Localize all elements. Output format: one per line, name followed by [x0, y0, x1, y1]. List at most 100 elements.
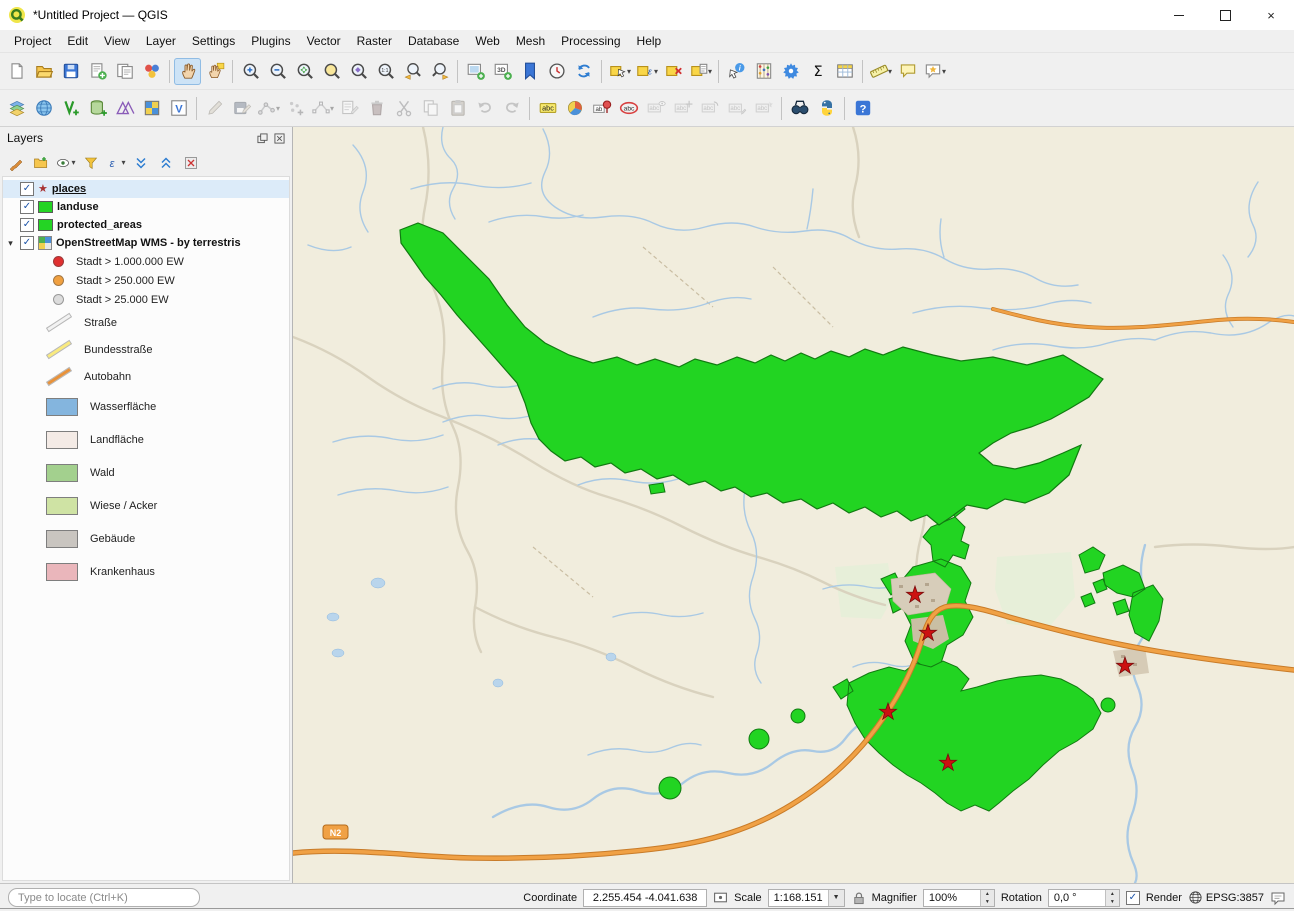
- menu-item[interactable]: Help: [629, 32, 670, 50]
- metasearch-icon[interactable]: [786, 95, 813, 122]
- help-contents-icon[interactable]: ?: [849, 95, 876, 122]
- field-calculator-icon[interactable]: [750, 58, 777, 85]
- pin-labels-icon[interactable]: ab: [588, 95, 615, 122]
- layer-styling-icon[interactable]: [5, 152, 27, 174]
- minimize-icon[interactable]: [1156, 0, 1202, 30]
- dropdown-arrow-icon[interactable]: ▾: [121, 158, 125, 167]
- add-wms-layer-icon[interactable]: [30, 95, 57, 122]
- dropdown-arrow-icon[interactable]: ▾: [654, 67, 658, 76]
- new-virtual-layer-icon[interactable]: V: [165, 95, 192, 122]
- legend-item[interactable]: Stadt > 250.000 EW: [3, 271, 289, 290]
- dropdown-arrow-icon[interactable]: ▾: [627, 67, 631, 76]
- paste-features-icon[interactable]: [444, 95, 471, 122]
- coordinate-value[interactable]: 2.255.454 -4.041.638: [583, 889, 707, 907]
- redo-icon[interactable]: [498, 95, 525, 122]
- legend-item[interactable]: Bundesstraße: [3, 336, 289, 363]
- highlight-pinned-labels-icon[interactable]: abc: [615, 95, 642, 122]
- expand-arrow-icon[interactable]: ▾: [5, 238, 16, 249]
- layer-diagram-options-icon[interactable]: [561, 95, 588, 122]
- legend-item[interactable]: Autobahn: [3, 363, 289, 390]
- add-group-icon[interactable]: [30, 152, 52, 174]
- add-record-icon[interactable]: [282, 95, 309, 122]
- rotate-label-icon[interactable]: abc: [696, 95, 723, 122]
- legend-item[interactable]: Straße: [3, 309, 289, 336]
- legend-item[interactable]: Landfläche: [3, 423, 289, 456]
- locate-search-input[interactable]: [8, 888, 200, 907]
- menu-item[interactable]: Layer: [138, 32, 184, 50]
- combo-arrow-icon[interactable]: ▼: [828, 890, 844, 906]
- float-panel-icon[interactable]: [257, 133, 268, 144]
- temporal-controller-icon[interactable]: [543, 58, 570, 85]
- new-mesh-layer-icon[interactable]: [111, 95, 138, 122]
- magnifier-spinbox[interactable]: 100% ▲▼: [923, 889, 995, 907]
- new-geopackage-layer-icon[interactable]: [84, 95, 111, 122]
- menu-item[interactable]: Web: [467, 32, 507, 50]
- menu-item[interactable]: Settings: [184, 32, 243, 50]
- close-panel-icon[interactable]: [274, 133, 285, 144]
- new-map-view-icon[interactable]: [462, 58, 489, 85]
- zoom-last-icon[interactable]: [399, 58, 426, 85]
- filter-legend-icon[interactable]: [80, 152, 102, 174]
- extents-icon[interactable]: [713, 890, 728, 905]
- layer-labeling-options-icon[interactable]: abc: [534, 95, 561, 122]
- layer-row[interactable]: ▾ ✓ places: [3, 180, 289, 198]
- select-by-expression-icon[interactable]: ε▾: [633, 58, 660, 85]
- spin-up-icon[interactable]: ▲: [980, 890, 994, 898]
- layer-row[interactable]: ▾ ✓ landuse: [3, 198, 289, 216]
- spin-down-icon[interactable]: ▼: [1105, 898, 1119, 906]
- dropdown-arrow-icon[interactable]: ▾: [330, 104, 334, 113]
- layer-checkbox[interactable]: ✓: [20, 200, 34, 214]
- menu-item[interactable]: Project: [6, 32, 59, 50]
- pan-map-icon[interactable]: [174, 58, 201, 85]
- zoom-full-extent-icon[interactable]: [291, 58, 318, 85]
- legend-item[interactable]: Stadt > 25.000 EW: [3, 290, 289, 309]
- legend-item[interactable]: Krankenhaus: [3, 555, 289, 588]
- remove-layer-icon[interactable]: [180, 152, 202, 174]
- crs-button[interactable]: EPSG:3857: [1188, 890, 1264, 905]
- new-3d-map-view-icon[interactable]: 3D: [489, 58, 516, 85]
- dropdown-arrow-icon[interactable]: ▾: [276, 104, 280, 113]
- maximize-icon[interactable]: [1202, 0, 1248, 30]
- save-layer-edits-icon[interactable]: [228, 95, 255, 122]
- legend-item[interactable]: Wald: [3, 456, 289, 489]
- legend-item[interactable]: Wiese / Acker: [3, 489, 289, 522]
- filter-by-expression-icon[interactable]: ε▾: [105, 152, 127, 174]
- lock-scale-icon[interactable]: [851, 890, 866, 905]
- statistics-icon[interactable]: Σ: [804, 58, 831, 85]
- map-tips-icon[interactable]: [894, 58, 921, 85]
- render-checkbox[interactable]: ✓: [1126, 891, 1140, 905]
- new-project-icon[interactable]: [3, 58, 30, 85]
- dropdown-arrow-icon[interactable]: ▾: [942, 67, 946, 76]
- zoom-native-icon[interactable]: 1:1: [372, 58, 399, 85]
- zoom-next-icon[interactable]: [426, 58, 453, 85]
- copy-features-icon[interactable]: [417, 95, 444, 122]
- spin-down-icon[interactable]: ▼: [980, 898, 994, 906]
- identify-features-icon[interactable]: i: [723, 58, 750, 85]
- legend-item[interactable]: Wasserfläche: [3, 390, 289, 423]
- multiedit-attributes-icon[interactable]: [336, 95, 363, 122]
- new-print-layout-icon[interactable]: [84, 58, 111, 85]
- menu-item[interactable]: Edit: [59, 32, 96, 50]
- deselect-features-icon[interactable]: [660, 58, 687, 85]
- change-label-icon[interactable]: abc: [723, 95, 750, 122]
- style-manager-icon[interactable]: [138, 58, 165, 85]
- show-bookmarks-icon[interactable]: [516, 58, 543, 85]
- scale-combo[interactable]: 1:168.151 ▼: [768, 889, 845, 907]
- vertex-tool-icon[interactable]: ▾: [309, 95, 336, 122]
- dropdown-arrow-icon[interactable]: ▾: [888, 67, 892, 76]
- menu-item[interactable]: Plugins: [243, 32, 298, 50]
- select-by-form-icon[interactable]: ▾: [687, 58, 714, 85]
- python-console-icon[interactable]: [813, 95, 840, 122]
- digitize-with-segment-icon[interactable]: ▾: [255, 95, 282, 122]
- close-icon[interactable]: ×: [1248, 0, 1294, 30]
- expand-all-icon[interactable]: [130, 152, 152, 174]
- processing-toolbox-icon[interactable]: [777, 58, 804, 85]
- delete-selected-icon[interactable]: [363, 95, 390, 122]
- undo-icon[interactable]: [471, 95, 498, 122]
- spin-up-icon[interactable]: ▲: [1105, 890, 1119, 898]
- legend-item[interactable]: Gebäude: [3, 522, 289, 555]
- add-raster-layer-icon[interactable]: [138, 95, 165, 122]
- show-layout-manager-icon[interactable]: [111, 58, 138, 85]
- menu-item[interactable]: Processing: [553, 32, 628, 50]
- menu-item[interactable]: Raster: [349, 32, 400, 50]
